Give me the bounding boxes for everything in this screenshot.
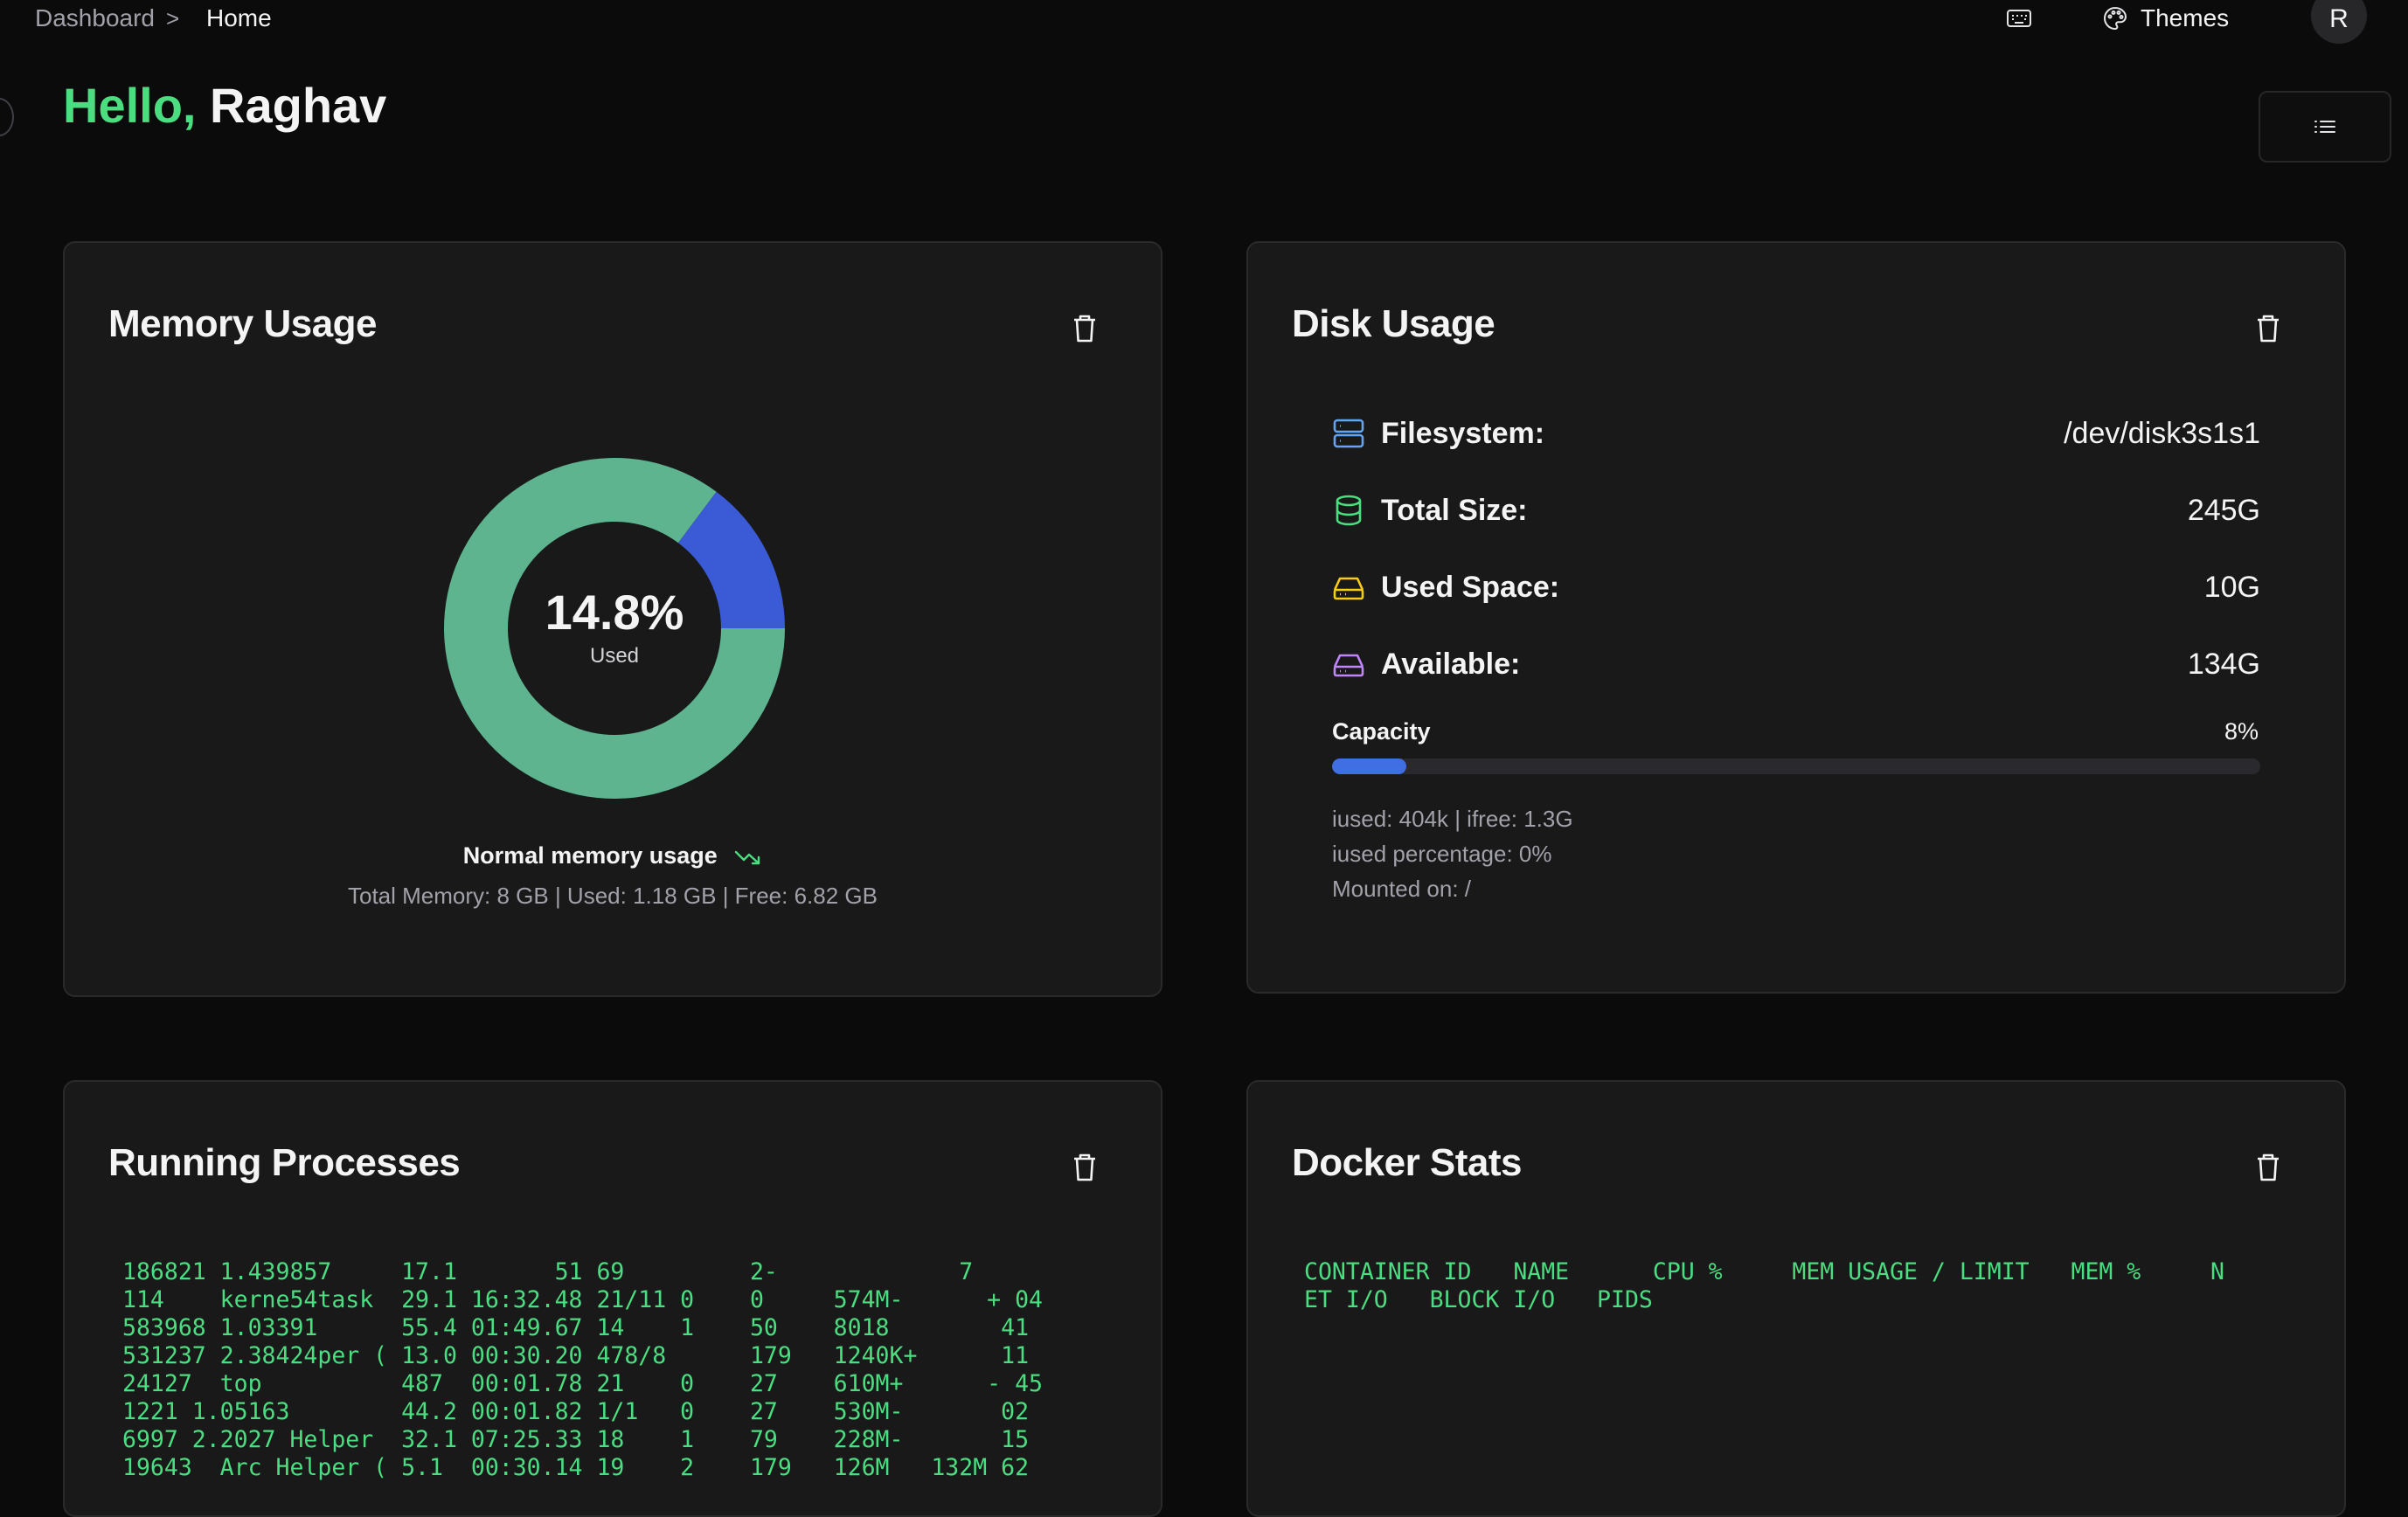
keyboard-icon — [2007, 10, 2031, 27]
memory-status-text: Normal memory usage — [462, 842, 718, 869]
trending-down-icon — [735, 850, 760, 865]
memory-donut-chart: 14.8% Used — [444, 458, 785, 799]
docker-stats-output: CONTAINER ID NAME CPU % MEM USAGE / LIMI… — [1304, 1258, 2224, 1313]
memory-detail: Total Memory: 8 GB | Used: 1.18 GB | Fre… — [348, 883, 878, 909]
capacity-percent: 8% — [2224, 718, 2259, 745]
capacity-progress-bar — [1332, 758, 2260, 774]
greeting-hello: Hello, — [63, 78, 197, 133]
hard-drive-icon — [1333, 654, 1364, 677]
disk-usage-title: Disk Usage — [1292, 302, 1495, 345]
running-processes-card: Running Processes 186821 1.439857 17.1 5… — [63, 1080, 1162, 1517]
disk-used-space-value: 10G — [2203, 570, 2260, 604]
themes-button[interactable]: Themes — [2102, 0, 2229, 37]
breadcrumb-home: Home — [206, 4, 272, 31]
list-icon — [2314, 121, 2335, 133]
disk-available-value: 134G — [2187, 647, 2260, 681]
keyboard-shortcuts-button[interactable] — [2002, 3, 2037, 34]
palette-icon — [2104, 6, 2127, 31]
capacity-label: Capacity — [1332, 718, 1431, 745]
disk-inode-percentage: iused percentage: 0% — [1332, 841, 1552, 867]
docker-stats-title: Docker Stats — [1292, 1141, 1523, 1184]
disk-inode-info: iused: 404k | ifree: 1.3G — [1332, 806, 1573, 832]
hard-drive-icon — [1333, 577, 1364, 600]
process-list: 186821 1.439857 17.1 51 69 2- 7 114 kern… — [122, 1258, 1043, 1481]
disk-filesystem-label: Filesystem: — [1381, 416, 1545, 450]
disk-available-label: Available: — [1381, 647, 1521, 681]
memory-used-label: Used — [589, 643, 640, 668]
running-processes-title: Running Processes — [108, 1141, 461, 1184]
capacity-progress-fill — [1332, 758, 1406, 774]
disk-row-filesystem: Filesystem: /dev/disk3s1s1 — [1332, 412, 2260, 455]
disk-total-size-value: 245G — [2187, 493, 2260, 527]
memory-usage-title: Memory Usage — [108, 302, 378, 345]
docker-stats-card: Docker Stats CONTAINER ID NAME CPU % MEM… — [1246, 1080, 2346, 1517]
memory-usage-card: Memory Usage 14.8% Used Normal memory us… — [63, 241, 1162, 997]
delete-widget-icon[interactable] — [1070, 1152, 1100, 1183]
disk-used-space-label: Used Space: — [1381, 570, 1560, 604]
themes-label: Themes — [2141, 4, 2230, 31]
disk-mount-point: Mounted on: / — [1332, 876, 1471, 902]
greeting-name: Raghav — [210, 78, 387, 133]
server-icon — [1333, 419, 1364, 448]
page-title: Hello, Raghav — [63, 77, 386, 134]
top-bar: Dashboard > Home Themes R — [0, 0, 2408, 44]
disk-row-available: Available: 134G — [1332, 642, 2260, 686]
database-icon — [1336, 495, 1362, 526]
delete-widget-icon[interactable] — [2253, 1152, 2283, 1183]
breadcrumb-dashboard[interactable]: Dashboard — [35, 2, 155, 35]
disk-total-size-label: Total Size: — [1381, 493, 1528, 527]
avatar[interactable]: R — [2311, 0, 2367, 44]
breadcrumb-separator-icon: > — [166, 5, 180, 31]
widget-menu-button[interactable] — [2259, 91, 2391, 163]
delete-widget-icon[interactable] — [2253, 313, 2283, 344]
disk-filesystem-value: /dev/disk3s1s1 — [2064, 416, 2260, 450]
sidebar-toggle[interactable] — [0, 98, 14, 136]
disk-row-total-size: Total Size: 245G — [1332, 488, 2260, 532]
disk-row-used-space: Used Space: 10G — [1332, 565, 2260, 609]
disk-usage-card: Disk Usage Filesystem: /dev/disk3s1s1 To… — [1246, 241, 2346, 994]
memory-status: Normal memory usage — [65, 842, 1161, 869]
memory-used-percent: 14.8% — [545, 584, 684, 640]
delete-widget-icon[interactable] — [1070, 313, 1100, 344]
